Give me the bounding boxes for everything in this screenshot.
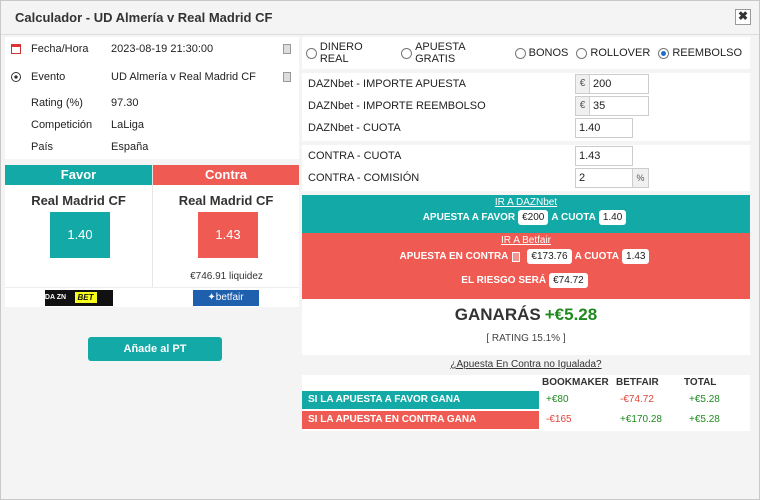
cuota-input[interactable]: 1.40 xyxy=(575,118,633,138)
info-row-country: País España xyxy=(5,137,299,157)
info-label: Competición xyxy=(31,119,93,131)
contra-stake: €173.76 xyxy=(527,249,572,264)
info-value: 97.30 xyxy=(111,97,139,109)
radio-icon xyxy=(306,47,317,59)
rating-text: [ RATING 15.1% ] xyxy=(486,333,566,344)
favor-column: Favor Real Madrid CF 1.40 xyxy=(5,165,152,307)
row-contra-cuota: CONTRA - CUOTA 1.43 xyxy=(302,145,750,167)
radio-dinero-real[interactable]: DINERO REAL xyxy=(306,41,393,65)
result-panel: GANARÁS +€5.28 [ RATING 15.1% ] xyxy=(302,299,750,355)
info-label: Rating (%) xyxy=(31,97,83,109)
event-info: Fecha/Hora 2023-08-19 21:30:00 Evento UD… xyxy=(5,37,299,159)
unmatched-bet-link[interactable]: ¿Apuesta En Contra no Igualada? xyxy=(302,359,750,373)
betfair-logo[interactable]: ✦betfair xyxy=(192,289,259,306)
contra-column: Contra Real Madrid CF 1.43 €746.91 liqui… xyxy=(152,165,299,307)
favor-odds[interactable]: 1.40 xyxy=(50,212,110,258)
calculator-panel: DINERO REAL APUESTA GRATIS BONOS ROLLOVE… xyxy=(302,37,750,431)
row-importe-reembolso: DAZNbet - IMPORTE REEMBOLSO € 35 xyxy=(302,95,750,117)
bet-type-selector: DINERO REAL APUESTA GRATIS BONOS ROLLOVE… xyxy=(302,37,750,69)
radio-bonos[interactable]: BONOS xyxy=(514,47,568,59)
copy-icon[interactable] xyxy=(283,72,291,82)
favor-contra-panel: Favor Real Madrid CF 1.40 Contra Real Ma… xyxy=(5,165,299,307)
contra-header: Contra xyxy=(153,165,299,185)
info-value: LaLiga xyxy=(111,119,145,131)
table-header: BOOKMAKER xyxy=(542,377,609,388)
radio-rollover[interactable]: ROLLOVER xyxy=(576,47,650,59)
info-row-date: Fecha/Hora 2023-08-19 21:30:00 xyxy=(5,39,299,59)
favor-team: Real Madrid CF xyxy=(31,193,126,208)
daznbet-instruction: IR A DAZNbet APUESTA A FAVOR €200 A CUOT… xyxy=(302,195,750,233)
contra-comision-input[interactable]: 2 xyxy=(575,168,633,188)
bookmaker-logos: DA ZN BET ✦betfair xyxy=(5,287,299,307)
contra-team: Real Madrid CF xyxy=(178,193,274,208)
info-value: España xyxy=(111,141,149,153)
contra-odds[interactable]: 1.43 xyxy=(198,212,258,258)
row-importe-apuesta: DAZNbet - IMPORTE APUESTA € 200 xyxy=(302,73,750,95)
modal-title: Calculador - UD Almería v Real Madrid CF xyxy=(1,1,759,35)
info-row-competition: Competición LaLiga xyxy=(5,115,299,135)
risk-value: €74.72 xyxy=(549,273,588,288)
close-button[interactable]: ✖ xyxy=(735,9,751,25)
importe-reembolso-input[interactable]: 35 xyxy=(589,96,649,116)
contra-liquidity: €746.91 liquidez xyxy=(190,271,263,282)
info-label: Fecha/Hora xyxy=(31,43,89,55)
info-row-rating: Rating (%) 97.30 xyxy=(5,93,299,113)
radio-icon xyxy=(576,47,588,59)
radio-icon xyxy=(401,47,413,59)
favor-stake: €200 xyxy=(518,210,549,225)
radio-apuesta-gratis[interactable]: APUESTA GRATIS xyxy=(401,41,506,65)
info-value: 2023-08-19 21:30:00 xyxy=(111,43,214,55)
betfair-instruction: IR A Betfair APUESTA EN CONTRA €173.76 A… xyxy=(302,233,750,299)
table-header: BETFAIR xyxy=(616,377,659,388)
info-label: Evento xyxy=(31,71,66,83)
contra-cuota-input[interactable]: 1.43 xyxy=(575,146,633,166)
table-row: SI LA APUESTA A FAVOR GANA +€80 -€74.72 … xyxy=(302,391,750,409)
calendar-icon xyxy=(11,44,21,54)
info-value: UD Almería v Real Madrid CF xyxy=(111,71,256,83)
contra-fields: CONTRA - CUOTA 1.43 CONTRA - COMISIÓN 2 … xyxy=(302,145,750,191)
football-icon xyxy=(11,72,21,82)
go-to-daznbet-link[interactable]: IR A DAZNbet xyxy=(302,197,750,208)
radio-selected-icon xyxy=(658,47,670,59)
event-panel: Fecha/Hora 2023-08-19 21:30:00 Evento UD… xyxy=(5,37,299,361)
table-header: TOTAL xyxy=(684,377,717,388)
calculator-modal: Calculador - UD Almería v Real Madrid CF… xyxy=(0,0,760,500)
go-to-betfair-link[interactable]: IR A Betfair xyxy=(302,235,750,246)
info-label: País xyxy=(31,141,54,153)
profit-amount: +€5.28 xyxy=(544,305,598,324)
copy-icon[interactable] xyxy=(512,251,521,262)
radio-icon xyxy=(514,47,526,59)
table-row: SI LA APUESTA EN CONTRA GANA -€165 +€170… xyxy=(302,411,750,429)
row-contra-comision: CONTRA - COMISIÓN 2 % xyxy=(302,167,750,189)
profit-summary: GANARÁS +€5.28 xyxy=(454,305,598,324)
row-cuota: DAZNbet - CUOTA 1.40 xyxy=(302,117,750,139)
copy-icon[interactable] xyxy=(283,44,291,54)
contra-cuota: 1.43 xyxy=(622,249,650,264)
radio-reembolso[interactable]: REEMBOLSO xyxy=(658,47,742,59)
favor-cuota: 1.40 xyxy=(598,210,627,225)
importe-apuesta-input[interactable]: 200 xyxy=(589,74,649,94)
daznbet-logo[interactable]: DA ZN BET xyxy=(44,289,113,306)
bookmaker-fields: DAZNbet - IMPORTE APUESTA € 200 DAZNbet … xyxy=(302,73,750,141)
add-to-pt-button[interactable]: Añade al PT xyxy=(88,337,222,361)
outcome-table: BOOKMAKER BETFAIR TOTAL SI LA APUESTA A … xyxy=(302,375,750,431)
info-row-event: Evento UD Almería v Real Madrid CF xyxy=(5,67,299,87)
favor-header: Favor xyxy=(5,165,152,185)
